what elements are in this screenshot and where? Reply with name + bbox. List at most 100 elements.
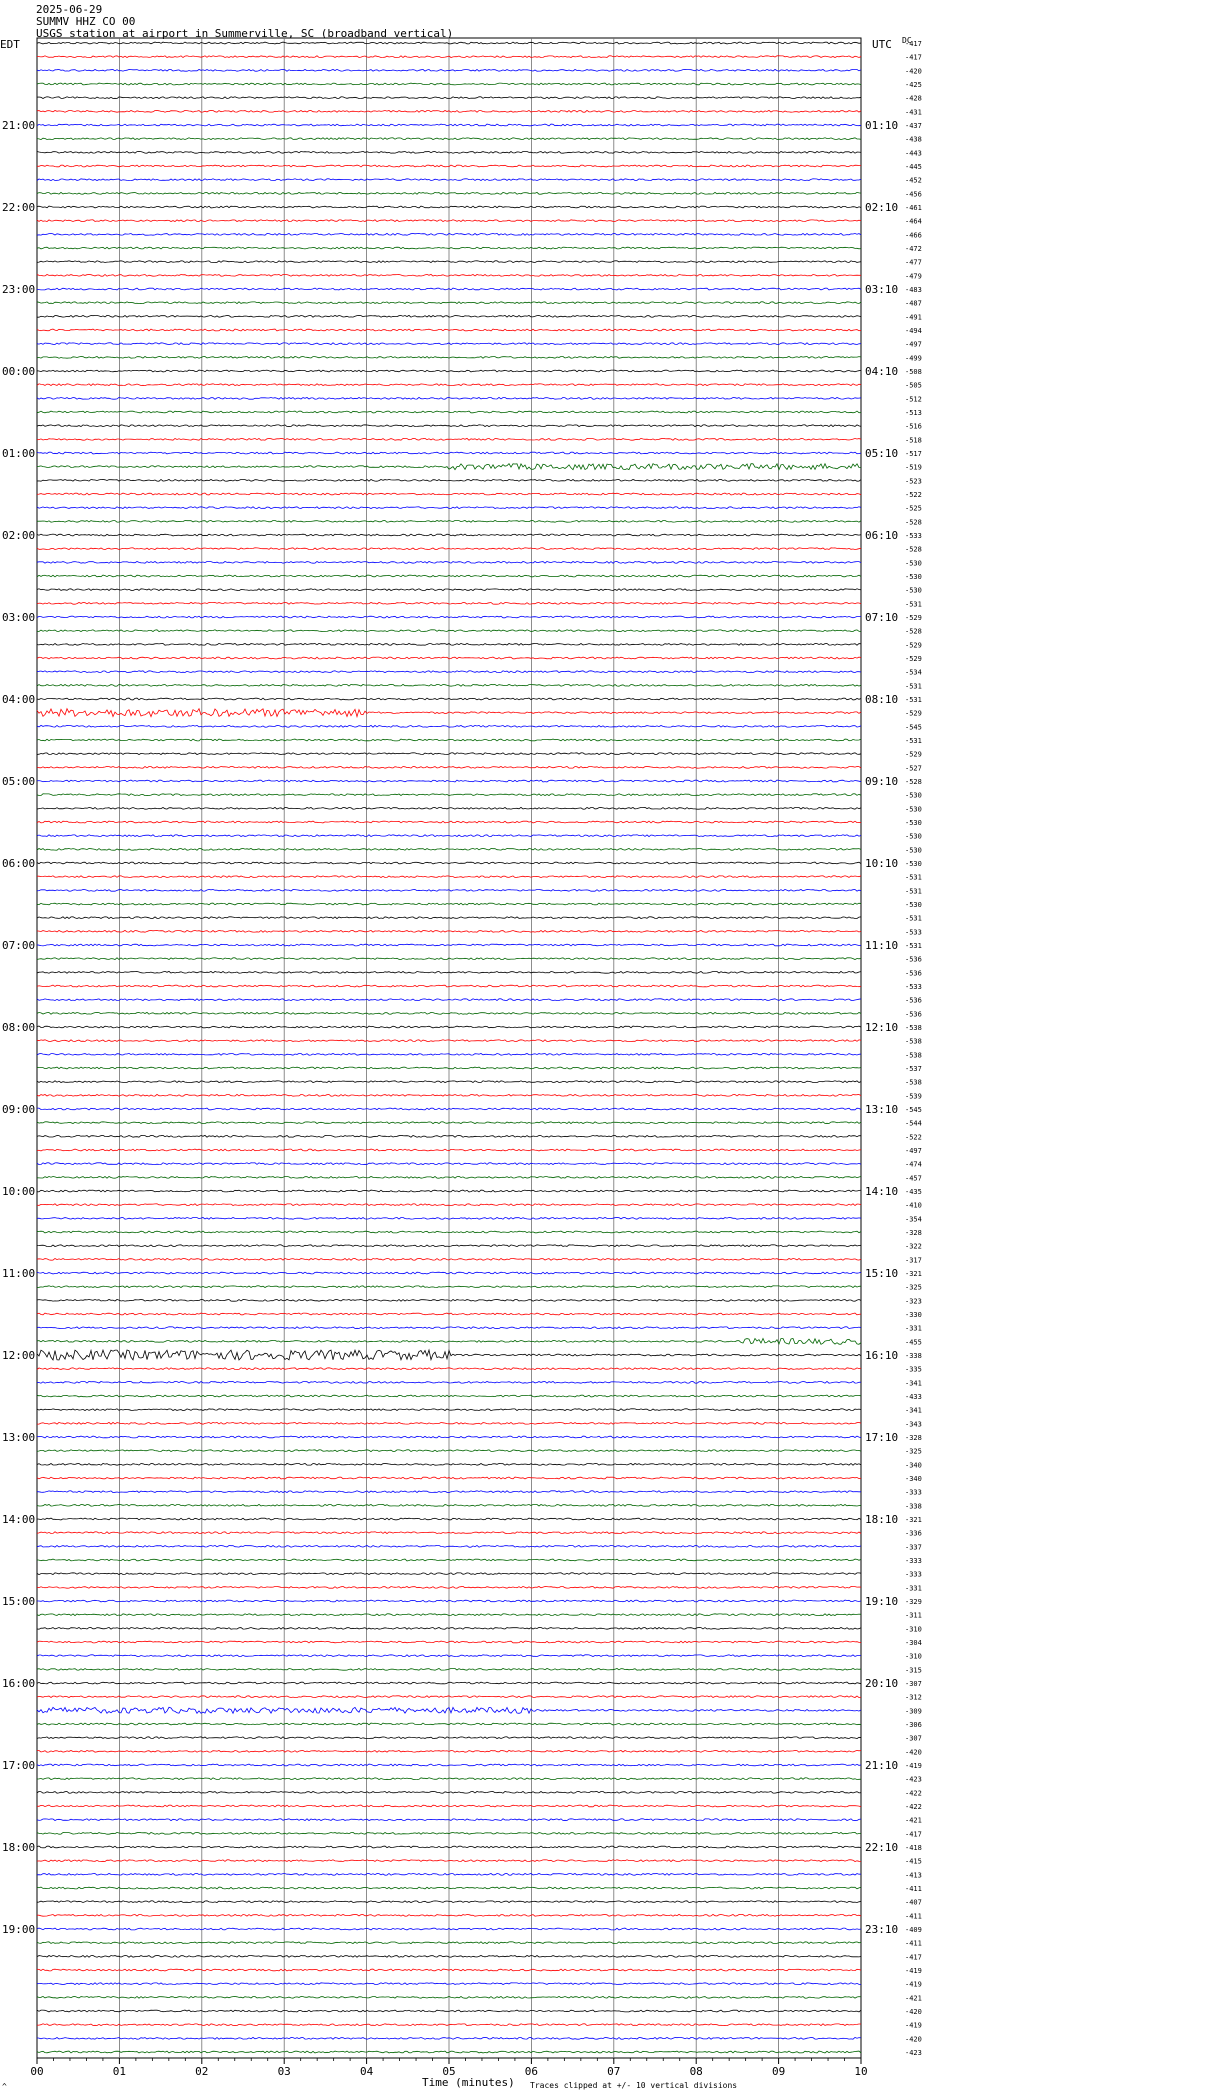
trace-offset-label: -531	[905, 887, 922, 895]
trace-offset-label: -306	[905, 1721, 922, 1729]
trace-offset-label: -530	[905, 860, 922, 868]
trace-offset-label: -333	[905, 1571, 922, 1579]
utc-hour-label: 07:10	[865, 611, 898, 624]
x-tick-label: 02	[195, 2065, 208, 2078]
trace-offset-label: -530	[905, 805, 922, 813]
trace-offset-label: -337	[905, 1543, 922, 1551]
trace-offset-label: -420	[905, 2008, 922, 2016]
x-tick-label: 07	[607, 2065, 620, 2078]
trace-offset-label: -531	[905, 874, 922, 882]
trace-offset-label: -307	[905, 1680, 922, 1688]
edt-hour-label: 01:00	[2, 447, 35, 460]
trace-offset-label: -528	[905, 546, 922, 554]
trace-offset-label: -312	[905, 1694, 922, 1702]
trace-offset-label: -545	[905, 723, 922, 731]
trace-offset-label: -530	[905, 573, 922, 581]
x-tick-label: 03	[278, 2065, 291, 2078]
trace-offset-label: -530	[905, 901, 922, 909]
trace-offset-label: -445	[905, 163, 922, 171]
x-tick-label: 06	[525, 2065, 538, 2078]
trace-offset-label: -420	[905, 1748, 922, 1756]
trace-offset-label: -413	[905, 1871, 922, 1879]
trace-offset-label: -304	[905, 1639, 922, 1647]
trace-offset-label: -417	[905, 1953, 922, 1961]
trace-offset-label: -529	[905, 751, 922, 759]
trace-offset-label: -428	[905, 95, 922, 103]
trace-offset-label: -423	[905, 1776, 922, 1784]
trace-offset-label: -415	[905, 1858, 922, 1866]
edt-hour-label: 04:00	[2, 693, 35, 706]
trace-offset-label: -529	[905, 641, 922, 649]
trace-offset-label: -443	[905, 149, 922, 157]
trace-offset-label: -497	[905, 341, 922, 349]
trace-offset-label: -494	[905, 327, 922, 335]
trace-offset-label: -328	[905, 1229, 922, 1237]
trace-offset-label: -438	[905, 136, 922, 144]
x-tick-label: 00	[30, 2065, 43, 2078]
trace-offset-label: -419	[905, 1967, 922, 1975]
trace-offset-label: -528	[905, 518, 922, 526]
edt-hour-label: 21:00	[2, 119, 35, 132]
trace-offset-label: -420	[905, 2035, 922, 2043]
trace-offset-label: -529	[905, 614, 922, 622]
utc-hour-label: 01:10	[865, 119, 898, 132]
trace-offset-label: -483	[905, 286, 922, 294]
x-tick-label: 10	[854, 2065, 867, 2078]
trace-offset-label: -545	[905, 1106, 922, 1114]
utc-hour-label: 05:10	[865, 447, 898, 460]
trace-offset-label: -518	[905, 436, 922, 444]
trace-offset-label: -435	[905, 1188, 922, 1196]
edt-hour-label: 10:00	[2, 1185, 35, 1198]
trace-offset-label: -418	[905, 1844, 922, 1852]
trace-offset-label: -538	[905, 1051, 922, 1059]
trace-offset-label: -315	[905, 1666, 922, 1674]
edt-hour-label: 13:00	[2, 1431, 35, 1444]
trace-offset-label: -522	[905, 1133, 922, 1141]
trace-offset-label: -417	[905, 54, 922, 62]
trace-offset-label: -474	[905, 1161, 922, 1169]
edt-hour-label: 12:00	[2, 1349, 35, 1362]
utc-hour-label: 08:10	[865, 693, 898, 706]
trace-offset-label: -341	[905, 1407, 922, 1415]
edt-hour-label: 23:00	[2, 283, 35, 296]
trace-offset-label: -529	[905, 655, 922, 663]
trace-offset-label: -421	[905, 1994, 922, 2002]
trace-offset-label: -311	[905, 1612, 922, 1620]
trace-offset-label: -538	[905, 1024, 922, 1032]
edt-hour-label: 11:00	[2, 1267, 35, 1280]
edt-hour-label: 03:00	[2, 611, 35, 624]
clip-note: Traces clipped at +/- 10 vertical divisi…	[530, 2081, 738, 2090]
trace-offset-label: -508	[905, 368, 922, 376]
trace-offset-label: -533	[905, 928, 922, 936]
trace-offset-label: -538	[905, 1079, 922, 1087]
trace-offset-label: -499	[905, 354, 922, 362]
trace-offset-label: -531	[905, 915, 922, 923]
trace-offset-label: -419	[905, 1981, 922, 1989]
trace-offset-label: -472	[905, 245, 922, 253]
edt-hour-label: 05:00	[2, 775, 35, 788]
x-tick-label: 09	[772, 2065, 785, 2078]
trace-offset-label: -409	[905, 1926, 922, 1934]
trace-offset-label: -423	[905, 2049, 922, 2057]
trace-offset-label: -411	[905, 1940, 922, 1948]
utc-hour-label: 15:10	[865, 1267, 898, 1280]
utc-hour-label: 11:10	[865, 939, 898, 952]
utc-hour-label: 20:10	[865, 1677, 898, 1690]
trace-offset-label: -533	[905, 532, 922, 540]
trace-offset-label: -531	[905, 696, 922, 704]
trace-offset-label: -529	[905, 710, 922, 718]
trace-offset-label: -516	[905, 423, 922, 431]
trace-offset-label: -536	[905, 1010, 922, 1018]
trace-offset-label: -431	[905, 108, 922, 116]
trace-offset-label: -417	[905, 1830, 922, 1838]
trace-offset-label: -310	[905, 1653, 922, 1661]
trace-offset-label: -505	[905, 382, 922, 390]
edt-hour-label: 02:00	[2, 529, 35, 542]
trace-offset-label: -531	[905, 737, 922, 745]
trace-offset-label: -531	[905, 600, 922, 608]
trace-offset-label: -321	[905, 1270, 922, 1278]
trace-offset-label: -325	[905, 1448, 922, 1456]
trace-offset-label: -336	[905, 1530, 922, 1538]
trace-offset-label: -531	[905, 682, 922, 690]
trace-offset-label: -407	[905, 1899, 922, 1907]
